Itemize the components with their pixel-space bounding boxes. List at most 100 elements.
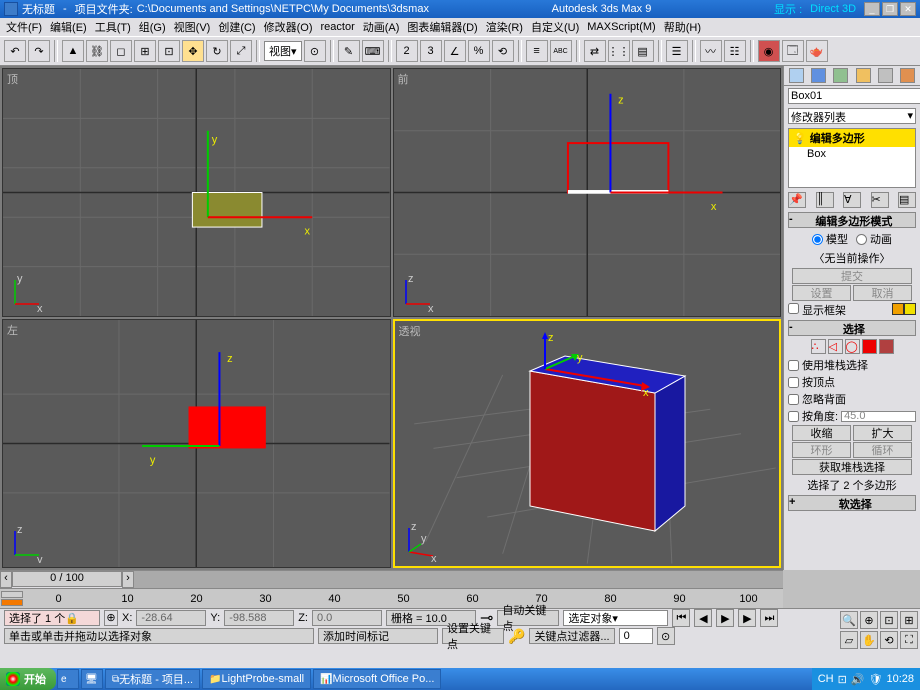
- lock-toggle[interactable]: ⊕: [104, 610, 118, 626]
- select-link-button[interactable]: ⛓: [86, 40, 108, 62]
- modifier-stack[interactable]: 💡 编辑多边形 Box: [788, 128, 916, 188]
- taskbar-item-3dsmax[interactable]: ⧉ 无标题 - 项目...: [105, 669, 200, 689]
- get-stack-sel-button[interactable]: 获取堆栈选择: [792, 459, 912, 475]
- material-editor-button[interactable]: ◉: [758, 40, 780, 62]
- angle-snap-button[interactable]: ∠: [444, 40, 466, 62]
- undo-button[interactable]: ↶: [4, 40, 26, 62]
- tray-lang-icon[interactable]: CH: [818, 673, 834, 685]
- layer-button[interactable]: ☰: [666, 40, 688, 62]
- coord-x-input[interactable]: [136, 610, 206, 626]
- trackbar-row2[interactable]: [1, 599, 23, 606]
- render-scene-button[interactable]: 🗔: [782, 40, 804, 62]
- viewport-perspective[interactable]: 透视 zyx zyx: [393, 319, 782, 568]
- use-stack-checkbox[interactable]: 使用堆栈选择: [788, 357, 916, 373]
- select-button[interactable]: ▲: [62, 40, 84, 62]
- snap3d-button[interactable]: 3: [420, 40, 442, 62]
- tray-icon1[interactable]: ⊡: [838, 673, 847, 686]
- menu-tools[interactable]: 工具(T): [91, 19, 135, 35]
- time-tag-field[interactable]: 添加时间标记: [318, 628, 438, 644]
- cancel-button[interactable]: 取消: [853, 285, 912, 301]
- quicklaunch-ie[interactable]: e: [57, 669, 79, 689]
- align-button[interactable]: ▤: [632, 40, 654, 62]
- modifier-list-dropdown[interactable]: 修改器列表▾: [788, 108, 916, 124]
- pin-stack-button[interactable]: 📌: [788, 192, 806, 208]
- timeslider-handle[interactable]: 0 / 100: [12, 571, 122, 587]
- redo-button[interactable]: ↷: [28, 40, 50, 62]
- stack-item-editpoly[interactable]: 💡 编辑多边形: [789, 129, 915, 147]
- commit-button[interactable]: 提交: [792, 268, 912, 284]
- goto-end-button[interactable]: ⏭: [760, 609, 778, 627]
- by-vertex-checkbox[interactable]: 按顶点: [788, 374, 916, 390]
- quick-render-button[interactable]: 🫖: [806, 40, 828, 62]
- tab-motion-icon[interactable]: [856, 68, 871, 83]
- tab-create-icon[interactable]: [789, 68, 804, 83]
- subobj-polygon-icon[interactable]: [862, 339, 877, 354]
- goto-start-button[interactable]: ⏮: [672, 609, 690, 627]
- time-config-button[interactable]: ⊙: [657, 627, 675, 645]
- expand-button[interactable]: 扩大: [853, 425, 912, 441]
- arc-rotate-button[interactable]: ⟲: [880, 631, 898, 649]
- curve-editor-button[interactable]: 〰: [700, 40, 722, 62]
- radio-model[interactable]: 模型: [812, 231, 848, 247]
- menu-modifiers[interactable]: 修改器(O): [260, 19, 317, 35]
- menu-render[interactable]: 渲染(R): [482, 19, 527, 35]
- menu-maxscript[interactable]: MAXScript(M): [583, 21, 659, 33]
- zoom-extents-button[interactable]: ⊡: [880, 611, 898, 629]
- abc-button[interactable]: ABC: [550, 40, 572, 62]
- maximize-viewport-button[interactable]: ⛶: [900, 631, 918, 649]
- rollout-soft-selection[interactable]: +软选择: [788, 495, 916, 511]
- prev-frame-button[interactable]: ◀: [694, 609, 712, 627]
- timeslider-track[interactable]: [134, 571, 783, 588]
- select-window-button[interactable]: ⊞: [134, 40, 156, 62]
- viewport-top[interactable]: 顶 y x yx: [2, 68, 391, 317]
- autokey-button[interactable]: 自动关键点: [497, 610, 559, 626]
- fov-button[interactable]: ▱: [840, 631, 858, 649]
- tab-display-icon[interactable]: [878, 68, 893, 83]
- move-button[interactable]: ✥: [182, 40, 204, 62]
- percent-snap-button[interactable]: %: [468, 40, 490, 62]
- zoom-button[interactable]: 🔍: [840, 611, 858, 629]
- menu-group[interactable]: 组(G): [135, 19, 170, 35]
- coord-y-input[interactable]: [224, 610, 294, 626]
- coord-z-input[interactable]: [312, 610, 382, 626]
- ring-button[interactable]: 环形: [792, 442, 851, 458]
- pivot-button[interactable]: ⊙: [304, 40, 326, 62]
- named-selection-button[interactable]: ≡: [526, 40, 548, 62]
- by-angle-input[interactable]: [841, 411, 916, 422]
- menu-reactor[interactable]: reactor: [317, 21, 359, 33]
- rollout-selection[interactable]: -选择: [788, 320, 916, 336]
- make-unique-button[interactable]: ∀: [843, 192, 861, 208]
- configure-sets-button[interactable]: ▤: [898, 192, 916, 208]
- schematic-button[interactable]: ☷: [724, 40, 746, 62]
- current-frame-input[interactable]: [619, 628, 653, 644]
- show-cage-checkbox[interactable]: [788, 303, 799, 314]
- close-button[interactable]: ✕: [900, 2, 916, 16]
- keymode-dropdown[interactable]: 选定对象 ▾: [563, 610, 668, 626]
- menu-graph[interactable]: 图表编辑器(D): [403, 19, 481, 35]
- cage-color1[interactable]: [892, 303, 904, 315]
- object-name-input[interactable]: [788, 88, 920, 104]
- viewport-front[interactable]: 前 zx zx: [393, 68, 782, 317]
- tab-modify-icon[interactable]: [811, 68, 826, 83]
- subobj-vertex-icon[interactable]: ∴: [811, 339, 826, 354]
- select-crossing-button[interactable]: ⊡: [158, 40, 180, 62]
- show-end-result-button[interactable]: ║: [816, 192, 834, 208]
- quicklaunch-desktop[interactable]: 🖥: [81, 669, 103, 689]
- subobj-element-icon[interactable]: [879, 339, 894, 354]
- menu-create[interactable]: 创建(C): [214, 19, 259, 35]
- keyboard-shortcut-button[interactable]: ⌨: [362, 40, 384, 62]
- spinner-snap-button[interactable]: ⟲: [492, 40, 514, 62]
- cage-color2[interactable]: [904, 303, 916, 315]
- mirror-button[interactable]: ⇄: [584, 40, 606, 62]
- pan-button[interactable]: ✋: [860, 631, 878, 649]
- timeslider-next[interactable]: ›: [122, 571, 134, 588]
- taskbar-item-powerpoint[interactable]: 📊 Microsoft Office Po...: [313, 669, 441, 689]
- menu-customize[interactable]: 自定义(U): [527, 19, 583, 35]
- menu-file[interactable]: 文件(F): [2, 19, 46, 35]
- menu-help[interactable]: 帮助(H): [660, 19, 705, 35]
- rotate-button[interactable]: ↻: [206, 40, 228, 62]
- remove-modifier-button[interactable]: ✂: [871, 192, 889, 208]
- zoom-extents-all-button[interactable]: ⊞: [900, 611, 918, 629]
- tray-icon3[interactable]: 🛡: [869, 673, 883, 686]
- radio-anim[interactable]: 动画: [856, 231, 892, 247]
